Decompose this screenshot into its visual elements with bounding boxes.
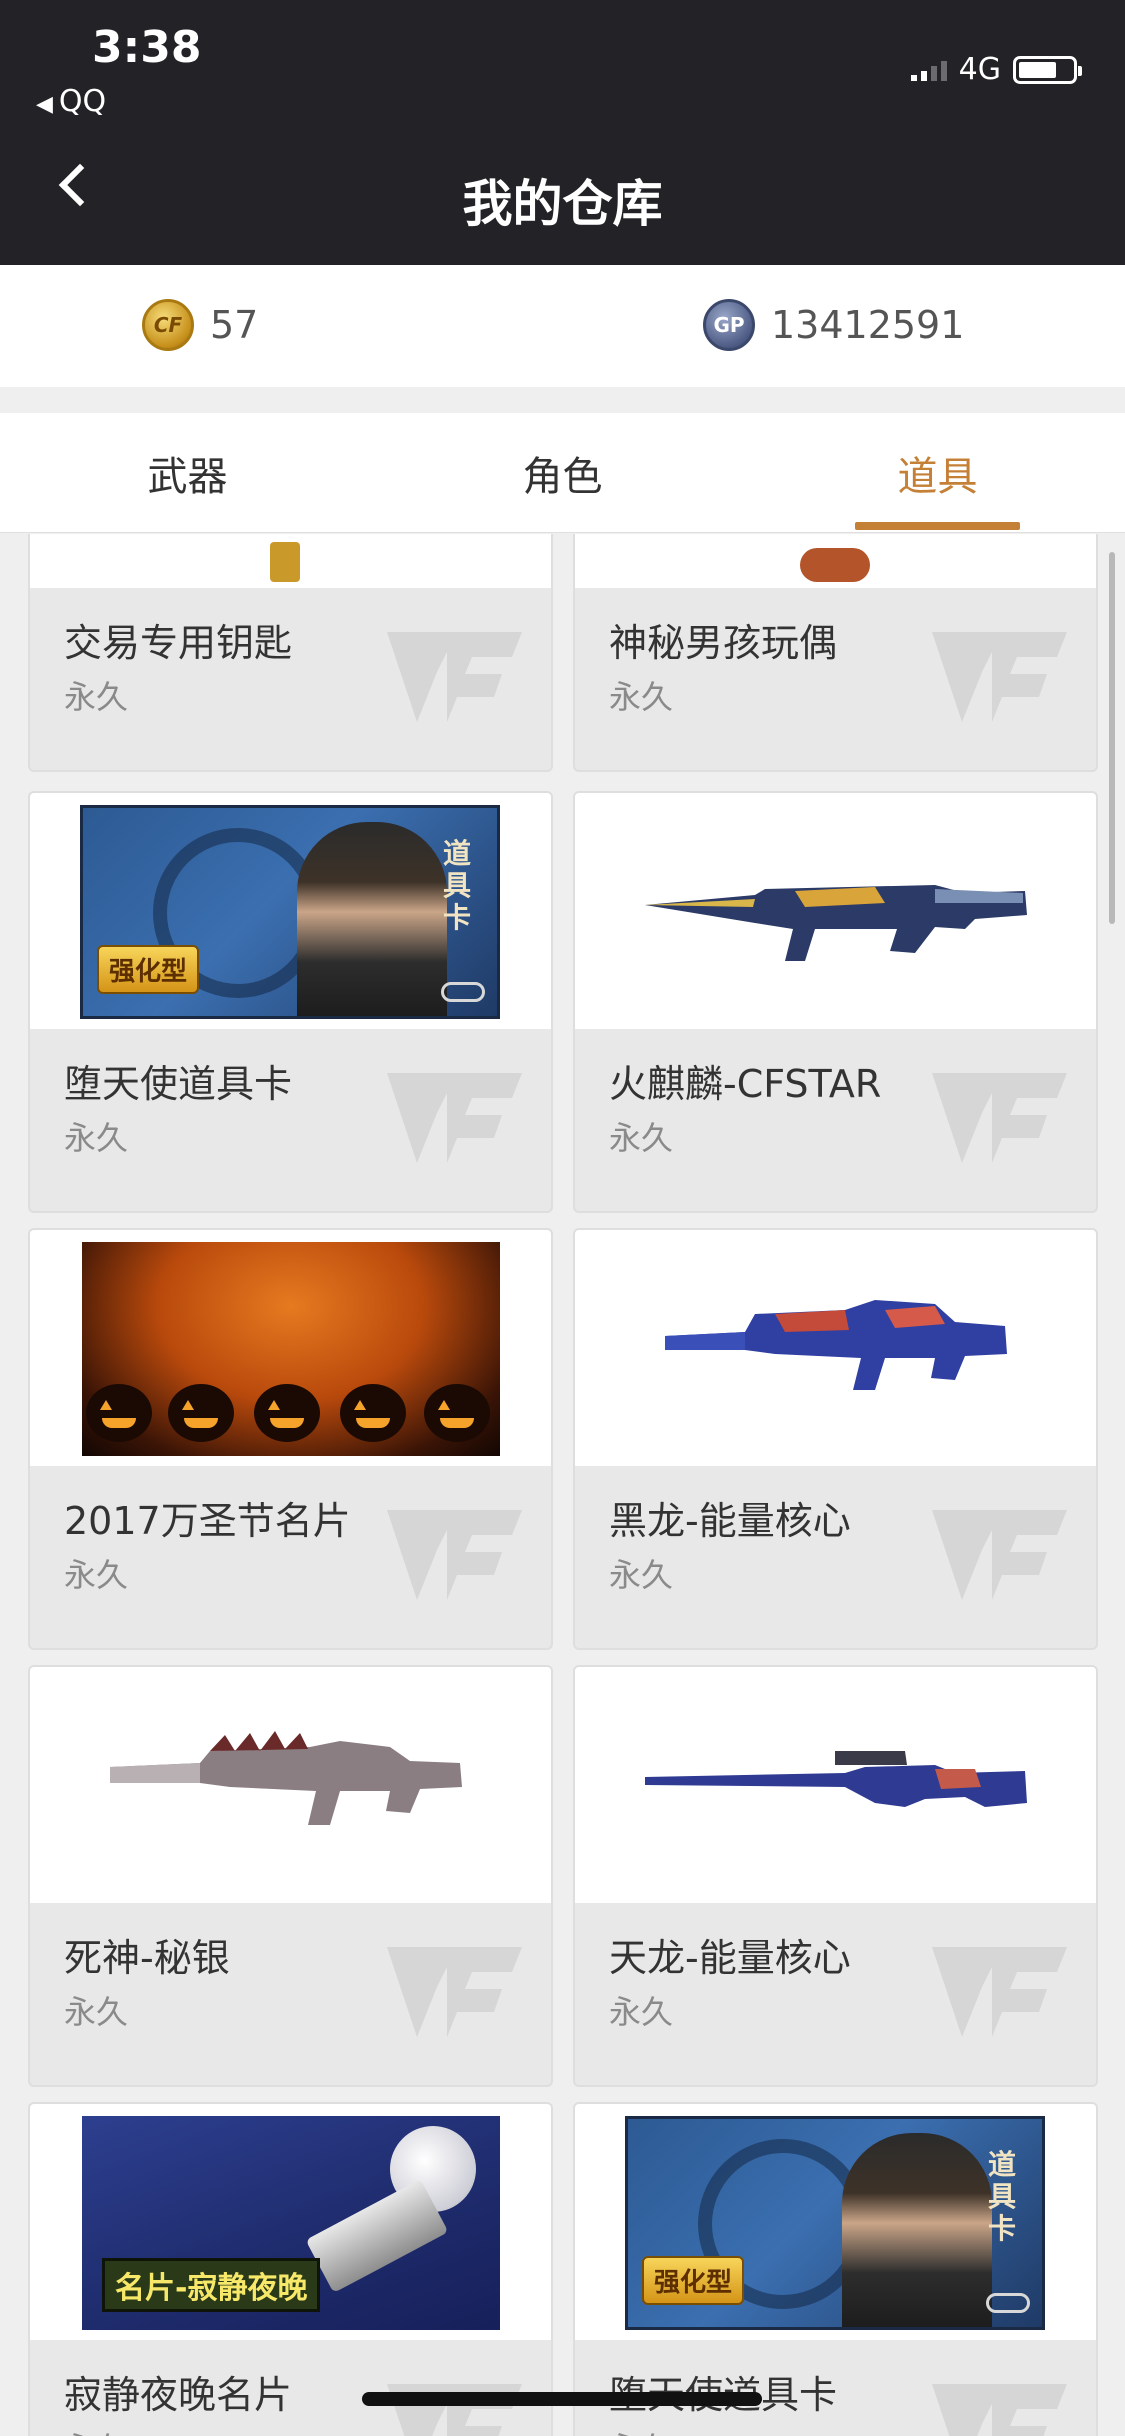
cf-watermark-icon	[932, 1073, 1067, 1163]
item-duration: 永久	[609, 2424, 673, 2436]
sniper-rifle-icon	[645, 1751, 1027, 1807]
page-title: 我的仓库	[462, 175, 663, 233]
rifle-ak-icon	[645, 885, 1027, 961]
active-tab-indicator	[855, 522, 1020, 530]
back-to-app[interactable]: ◀ QQ	[36, 84, 106, 119]
rifle-m4-icon	[665, 1300, 1007, 1390]
item-image	[30, 1667, 551, 1903]
item-name: 交易专用钥匙	[64, 621, 293, 665]
item-card[interactable]: 天龙-能量核心 永久	[573, 1665, 1098, 2087]
item-image: 名片-寂静夜晚	[30, 2104, 551, 2340]
category-tabs: 武器 角色 道具	[0, 413, 1125, 533]
home-indicator[interactable]	[362, 2392, 762, 2406]
item-image	[575, 534, 1096, 588]
gp-points: GP 13412591	[703, 299, 964, 351]
cf-watermark-icon	[387, 1073, 522, 1163]
signal-icon	[910, 59, 947, 81]
back-app-label: QQ	[58, 84, 107, 119]
item-duration: 永久	[64, 2424, 128, 2436]
night-card-caption: 名片-寂静夜晚	[102, 2258, 321, 2312]
cf-watermark-icon	[387, 1947, 522, 2037]
item-card[interactable]: 道具卡 强化型 堕天使道具卡 永久	[28, 791, 553, 1213]
tab-items[interactable]: 道具	[750, 413, 1125, 533]
item-duration: 永久	[64, 678, 129, 716]
item-duration: 永久	[64, 1119, 129, 1157]
card-label: 道具卡	[443, 837, 472, 935]
item-duration: 永久	[609, 1119, 674, 1157]
currency-bar: CF 57 GP 13412591	[0, 265, 1125, 387]
item-name: 2017万圣节名片	[64, 1499, 351, 1543]
item-card[interactable]: 火麒麟-CFSTAR 永久	[573, 791, 1098, 1213]
status-indicators: 4G	[910, 52, 1082, 87]
item-image	[30, 1230, 551, 1466]
item-card[interactable]: 死神-秘银 永久	[28, 1665, 553, 2087]
prop-card-art: 道具卡 强化型	[80, 805, 500, 1019]
item-image	[575, 1230, 1096, 1466]
item-duration: 永久	[609, 1556, 674, 1594]
cf-watermark-icon	[387, 1510, 522, 1600]
item-image	[575, 1667, 1096, 1903]
rifle-silver-icon	[110, 1731, 462, 1825]
item-name: 黑龙-能量核心	[609, 1499, 851, 1543]
item-card[interactable]: 神秘男孩玩偶 永久	[573, 534, 1098, 772]
tab-characters[interactable]: 角色	[375, 413, 750, 533]
item-name: 死神-秘银	[64, 1936, 230, 1980]
gp-amount: 13412591	[771, 303, 965, 347]
item-name: 寂静夜晚名片	[64, 2373, 293, 2417]
item-image	[30, 534, 551, 588]
gp-coin-icon: GP	[703, 299, 755, 351]
cf-watermark-icon	[932, 1510, 1067, 1600]
cf-watermark-icon	[932, 632, 1067, 722]
silent-night-card-art: 名片-寂静夜晚	[82, 2116, 500, 2330]
item-name: 天龙-能量核心	[609, 1936, 851, 1980]
item-card[interactable]: 黑龙-能量核心 永久	[573, 1228, 1098, 1650]
status-time: 3:38	[92, 22, 202, 73]
item-duration: 永久	[64, 1556, 129, 1594]
item-card[interactable]: 交易专用钥匙 永久	[28, 534, 553, 772]
item-grid[interactable]: 交易专用钥匙 永久 神秘男孩玩偶 永久 道具卡 强化型 堕天使道具卡 永久 火麒…	[0, 534, 1125, 2436]
battery-icon	[1013, 55, 1082, 84]
item-card[interactable]: 名片-寂静夜晚 寂静夜晚名片 永久	[28, 2102, 553, 2436]
card-badge: 强化型	[97, 945, 200, 994]
cf-coin-icon: CF	[142, 299, 194, 351]
item-image	[575, 793, 1096, 1029]
scrollbar[interactable]	[1109, 552, 1115, 924]
item-image: 道具卡 强化型	[575, 2104, 1096, 2340]
cf-watermark-icon	[932, 2384, 1067, 2436]
item-duration: 永久	[609, 1993, 674, 2031]
tab-weapons[interactable]: 武器	[0, 413, 375, 533]
cf-watermark-icon	[387, 632, 522, 722]
item-name: 堕天使道具卡	[64, 1062, 293, 1106]
prop-card-art: 道具卡 强化型	[625, 2116, 1045, 2330]
item-card[interactable]: 2017万圣节名片 永久	[28, 1228, 553, 1650]
cf-points: CF 57	[142, 299, 258, 351]
card-badge: 强化型	[642, 2256, 745, 2305]
top-bar: 3:38 ◀ QQ 4G 我的仓库	[0, 0, 1125, 265]
item-duration: 永久	[609, 678, 674, 716]
cf-amount: 57	[210, 303, 259, 347]
item-name: 火麒麟-CFSTAR	[609, 1062, 882, 1106]
item-duration: 永久	[64, 1993, 129, 2031]
halloween-card-art	[82, 1242, 500, 1456]
item-image: 道具卡 强化型	[30, 793, 551, 1029]
item-name: 神秘男孩玩偶	[609, 621, 838, 665]
network-type: 4G	[958, 52, 1001, 87]
card-label: 道具卡	[988, 2148, 1017, 2246]
item-card[interactable]: 道具卡 强化型 堕天使道具卡 永久	[573, 2102, 1098, 2436]
cf-watermark-icon	[932, 1947, 1067, 2037]
back-triangle-icon: ◀	[36, 92, 53, 117]
